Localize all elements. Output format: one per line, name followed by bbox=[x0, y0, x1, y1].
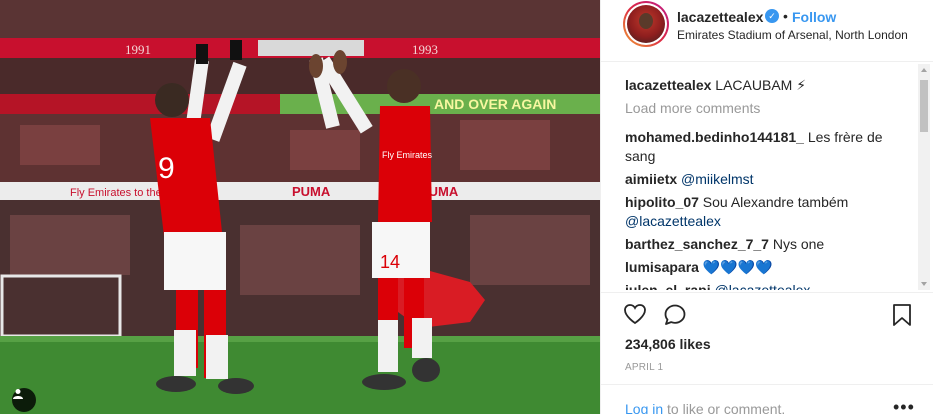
comments-list[interactable]: lacazettealex LACAUBAM ⚡ Load more comme… bbox=[625, 76, 915, 290]
comment-mention[interactable]: @miikelmst bbox=[681, 171, 754, 187]
login-link[interactable]: Log in bbox=[625, 401, 663, 414]
lightning-icon: ⚡ bbox=[796, 77, 807, 93]
post-sidebar: lacazettealex ✓ • Follow Emirates Stadiu… bbox=[600, 0, 933, 414]
scrollbar-thumb[interactable] bbox=[920, 80, 928, 132]
banner-puma-1: PUMA bbox=[292, 184, 331, 199]
jersey-sponsor-right: Fly Emirates bbox=[382, 150, 433, 160]
separator-dot: • bbox=[783, 8, 788, 24]
comment-text: Sou Alexandre também bbox=[702, 194, 849, 210]
location-link[interactable]: Emirates Stadium of Arsenal, North Londo… bbox=[677, 28, 908, 42]
comment-mention[interactable]: @lacazettealex bbox=[625, 213, 721, 229]
banner-year-right: 1993 bbox=[412, 42, 438, 57]
stadium-photo: 1991 1993 AND OVER AGAIN Fly Emirates to… bbox=[0, 0, 600, 414]
caption: lacazettealex LACAUBAM ⚡ bbox=[625, 76, 915, 95]
jersey-number-left: 9 bbox=[158, 152, 175, 185]
banner-year-left: 1991 bbox=[125, 42, 151, 57]
post-photo[interactable]: 1991 1993 AND OVER AGAIN Fly Emirates to… bbox=[0, 0, 600, 414]
caption-text: LACAUBAM bbox=[715, 77, 793, 93]
list-item: mohamed.bedinho144181_ Les frère de sang bbox=[625, 128, 915, 166]
username-link[interactable]: lacazettealex bbox=[677, 9, 763, 25]
verified-badge-icon: ✓ bbox=[765, 9, 779, 23]
comments-scrollbar[interactable] bbox=[918, 64, 930, 290]
like-count[interactable]: 234,806 likes bbox=[625, 336, 711, 352]
follow-button[interactable]: Follow bbox=[792, 9, 836, 25]
avatar[interactable] bbox=[623, 1, 669, 47]
login-prompt-text: to like or comment. bbox=[667, 401, 786, 414]
comment-username[interactable]: julen_el_rapi bbox=[625, 282, 711, 290]
scroll-down-arrow-icon[interactable] bbox=[918, 278, 930, 290]
comment-text: Nys one bbox=[772, 236, 825, 252]
comment-mention[interactable]: @lacazettealex bbox=[714, 282, 810, 290]
jersey-number-right: 14 bbox=[380, 252, 400, 272]
load-more-comments-button[interactable]: Load more comments bbox=[625, 99, 915, 118]
list-item: aimiietx @miikelmst bbox=[625, 170, 915, 189]
comment-icon[interactable] bbox=[663, 303, 687, 330]
list-item: barthez_sanchez_7_7 Nys one bbox=[625, 235, 915, 254]
login-prompt: Log in to like or comment. bbox=[625, 401, 785, 414]
list-item: hipolito_07 Sou Alexandre também @lacaze… bbox=[625, 193, 915, 231]
comment-username[interactable]: mohamed.bedinho144181_ bbox=[625, 129, 804, 145]
comment-username[interactable]: aimiietx bbox=[625, 171, 677, 187]
heart-icon[interactable] bbox=[623, 303, 647, 328]
more-options-icon[interactable]: ••• bbox=[893, 397, 915, 414]
comment-username[interactable]: lumisapara bbox=[625, 259, 699, 275]
action-bar bbox=[601, 292, 933, 332]
login-footer: Log in to like or comment. ••• bbox=[601, 384, 933, 414]
user-tag-icon[interactable] bbox=[12, 388, 36, 412]
caption-username[interactable]: lacazettealex bbox=[625, 77, 711, 93]
banner-slogan: AND OVER AGAIN bbox=[434, 96, 556, 112]
comment-username[interactable]: barthez_sanchez_7_7 bbox=[625, 236, 769, 252]
comment-text: 💙💙💙💙 bbox=[702, 259, 773, 275]
post-header: lacazettealex ✓ • Follow Emirates Stadiu… bbox=[601, 0, 933, 62]
list-item: julen_el_rapi @lacazettealex bbox=[625, 281, 915, 290]
scroll-up-arrow-icon[interactable] bbox=[918, 64, 930, 76]
bookmark-icon[interactable] bbox=[892, 303, 912, 330]
post-date[interactable]: APRIL 1 bbox=[625, 362, 663, 373]
comment-username[interactable]: hipolito_07 bbox=[625, 194, 699, 210]
banner-sponsor: Fly Emirates to the bbox=[70, 187, 162, 199]
list-item: lumisapara 💙💙💙💙 bbox=[625, 258, 915, 277]
